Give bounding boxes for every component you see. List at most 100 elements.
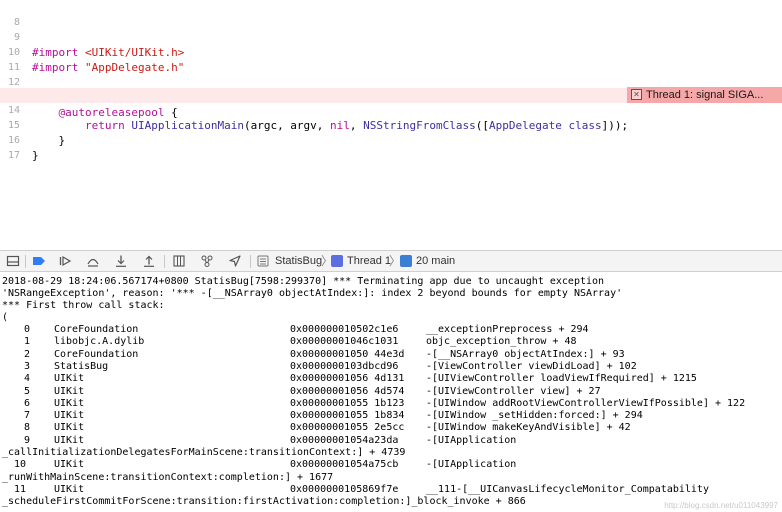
stack-frame-row: 0 CoreFoundation 0x000000010502c1e6 __excep… xyxy=(2,324,780,336)
frame-index: 1 xyxy=(23,336,30,347)
stack-frame-row: 7 UIKit 0x00000001055 1b834 -[UIWindow _set… xyxy=(2,410,780,422)
frame-address: 0x00000001050 44e3d xyxy=(290,349,405,360)
frame-address: 0x00000001056 4d131 xyxy=(290,373,405,384)
frame-symbol: -[UIApplication xyxy=(426,459,517,470)
code-line: 8 xyxy=(0,0,782,28)
frame-address: 0x00000001055 1b834 xyxy=(290,410,405,421)
code-line: 15 } xyxy=(0,103,782,147)
frame-library: CoreFoundation xyxy=(54,324,139,335)
stack-frame-row: 3 StatisBug 0x0000000103dbcd96 -[ViewContro… xyxy=(2,361,780,373)
frame-library: StatisBug xyxy=(54,361,109,372)
stack-frame-row: 10 UIKit 0x00000001054a75cb -[UIApplication xyxy=(2,459,780,471)
frame-address: 0x00000001055 1b123 xyxy=(290,398,405,409)
frame-address: 0x00000001046c1031 xyxy=(290,336,399,347)
thread-error-badge[interactable]: ✕ Thread 1: signal SIGA... xyxy=(627,87,782,103)
debug-toolbar: StatisBug 〉 Thread 1 〉 20 main xyxy=(0,250,782,272)
close-icon[interactable]: ✕ xyxy=(631,89,642,100)
step-into-icon[interactable] xyxy=(112,253,130,269)
frame-address: 0x0000000103dbcd96 xyxy=(290,361,399,372)
breadcrumb-target[interactable]: StatisBug xyxy=(275,251,322,271)
stack-frame-row: 9 UIKit 0x00000001054a23da -[UIApplication xyxy=(2,435,780,447)
memory-graph-icon[interactable] xyxy=(198,253,216,269)
frame-symbol: -[UIWindow makeKeyAndVisible] + 42 xyxy=(426,422,631,433)
code-text: } xyxy=(32,149,39,162)
stack-frame-continuation: _runWithMainScene:transitionContext:comp… xyxy=(2,472,334,483)
stack-frame-row: 11 UIKit 0x0000000105869f7e __111-[__UICanv… xyxy=(2,484,780,496)
frame-library: UIKit xyxy=(54,398,85,409)
frame-index: 6 xyxy=(23,398,30,409)
frame-symbol: -[UIViewController view] + 27 xyxy=(426,386,601,397)
continue-icon[interactable] xyxy=(56,253,74,269)
frame-address: 0x00000001054a75cb xyxy=(290,459,399,470)
breakpoints-toggle-icon[interactable] xyxy=(30,253,48,269)
frame-index: 2 xyxy=(23,349,30,360)
frame-library: UIKit xyxy=(54,435,85,446)
frame-symbol: __111-[__UICanvasLifecycleMonitor_Compat… xyxy=(426,484,709,495)
frame-library: UIKit xyxy=(54,373,85,384)
frame-index: 0 xyxy=(23,324,30,335)
frame-library: UIKit xyxy=(54,484,85,495)
frame-library: UIKit xyxy=(54,410,85,421)
frame-library: UIKit xyxy=(54,422,85,433)
frame-symbol: -[__NSArray0 objectAtIndex:] + 93 xyxy=(426,349,625,360)
frame-index: 3 xyxy=(23,361,30,372)
frame-symbol: -[UIApplication xyxy=(426,435,517,446)
hide-debug-area-icon[interactable] xyxy=(4,253,22,269)
console-line: *** First throw call stack: xyxy=(2,300,165,311)
line-number: 17 xyxy=(7,150,20,161)
stack-frame-row: 6 UIKit 0x00000001055 1b123 -[UIWindow addR… xyxy=(2,398,780,410)
frame-library: UIKit xyxy=(54,386,85,397)
thread-icon xyxy=(331,255,343,267)
frame-index: 4 xyxy=(23,373,30,384)
frame-index: 8 xyxy=(23,422,30,433)
breadcrumb-target-label: StatisBug xyxy=(275,255,323,267)
console-output[interactable]: 2018-08-29 18:24:06.567174+0800 StatisBu… xyxy=(0,275,782,512)
frame-library: CoreFoundation xyxy=(54,349,139,360)
simulate-location-icon[interactable] xyxy=(226,253,244,269)
view-debugger-icon[interactable] xyxy=(170,253,188,269)
frame-address: 0x00000001055 2e5cc xyxy=(290,422,405,433)
frame-symbol: -[UIWindow _setHidden:forced:] + 294 xyxy=(426,410,643,421)
frame-symbol: -[UIViewController loadViewIfRequired] +… xyxy=(426,373,697,384)
code-line: 10 #import "AppDelegate.h" xyxy=(0,30,782,74)
stack-frame-row: 5 UIKit 0x00000001056 4d574 -[UIViewControl… xyxy=(2,386,780,398)
stack-frame-row: 1 libobjc.A.dylib 0x00000001046c1031 objc_e… xyxy=(2,336,780,348)
code-line: 9 #import <UIKit/UIKit.h> xyxy=(0,15,782,59)
frame-address: 0x000000010502c1e6 xyxy=(290,324,399,335)
frame-address: 0x0000000105869f7e xyxy=(290,484,399,495)
frame-symbol: __exceptionPreprocess + 294 xyxy=(426,324,589,335)
breadcrumb-thread[interactable]: Thread 1 xyxy=(331,251,391,271)
frame-symbol: objc_exception_throw + 48 xyxy=(426,336,577,347)
frame-index: 11 xyxy=(13,484,26,495)
error-badge-text: Thread 1: signal SIGA... xyxy=(646,89,764,101)
code-editor[interactable]: 8 9 #import <UIKit/UIKit.h> 10 #import "… xyxy=(0,0,782,258)
watermark: http://blog.csdn.net/u011043997 xyxy=(664,501,778,510)
console-line: ( xyxy=(2,312,9,323)
console-line: 'NSRangeException', reason: '*** -[__NSA… xyxy=(2,288,623,299)
breadcrumb-thread-label: Thread 1 xyxy=(347,255,392,267)
stack-frame-continuation: _callInitializationDelegatesForMainScene… xyxy=(2,447,406,458)
step-out-icon[interactable] xyxy=(140,253,158,269)
breadcrumb-frame[interactable]: 20 main xyxy=(400,251,455,271)
stack-frame-row: 4 UIKit 0x00000001056 4d131 -[UIViewControl… xyxy=(2,373,780,385)
code-line: 17 xyxy=(0,133,782,161)
breadcrumb-frame-label: 20 main xyxy=(416,255,456,267)
frame-index: 7 xyxy=(23,410,30,421)
frame-address: 0x00000001054a23da xyxy=(290,435,399,446)
frame-library: libobjc.A.dylib xyxy=(54,336,145,347)
frame-address: 0x00000001056 4d574 xyxy=(290,386,405,397)
frame-index: 10 xyxy=(13,459,26,470)
frame-symbol: -[ViewController viewDidLoad] + 102 xyxy=(426,361,637,372)
frame-index: 9 xyxy=(23,435,30,446)
app-target-icon xyxy=(254,253,272,269)
stack-frame-row: 8 UIKit 0x00000001055 2e5cc -[UIWindow make… xyxy=(2,422,780,434)
code-line: 12 int main(int argc, char * argv[]) { xyxy=(0,60,782,104)
frame-user-icon xyxy=(400,255,412,267)
stack-frame-row: 2 CoreFoundation 0x00000001050 44e3d -[__NS… xyxy=(2,349,780,361)
code-line: 11 xyxy=(0,45,782,73)
frame-index: 5 xyxy=(23,386,30,397)
frame-library: UIKit xyxy=(54,459,85,470)
console-line: 2018-08-29 18:24:06.567174+0800 StatisBu… xyxy=(2,276,605,287)
step-over-icon[interactable] xyxy=(84,253,102,269)
code-line: 16 } xyxy=(0,118,782,162)
